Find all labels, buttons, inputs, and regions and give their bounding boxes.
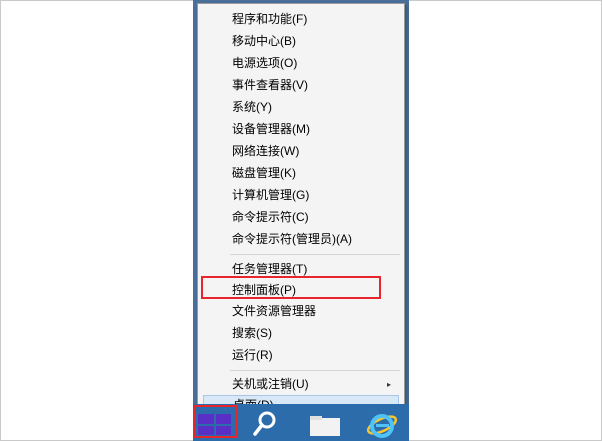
menu-item-network-connections[interactable]: 网络连接(W) xyxy=(203,141,399,162)
menu-item-command-prompt[interactable]: 命令提示符(C) xyxy=(203,207,399,228)
menu-separator xyxy=(230,254,400,255)
internet-explorer-icon[interactable] xyxy=(364,408,398,440)
menu-item-run[interactable]: 运行(R) xyxy=(203,345,399,366)
file-explorer-icon[interactable] xyxy=(308,414,342,436)
menu-item-label: 关机或注销(U) xyxy=(232,377,309,391)
control-panel-highlight-box xyxy=(201,276,381,299)
menu-item-device-manager[interactable]: 设备管理器(M) xyxy=(203,119,399,140)
menu-item-event-viewer[interactable]: 事件查看器(V) xyxy=(203,75,399,96)
winx-context-menu: 程序和功能(F) 移动中心(B) 电源选项(O) 事件查看器(V) 系统(Y) … xyxy=(197,3,405,416)
menu-item-file-explorer[interactable]: 文件资源管理器 xyxy=(203,301,399,322)
menu-item-search[interactable]: 搜索(S) xyxy=(203,323,399,344)
menu-item-shutdown-signout[interactable]: 关机或注销(U) ▸ xyxy=(203,374,399,395)
menu-item-system[interactable]: 系统(Y) xyxy=(203,97,399,118)
menu-item-computer-management[interactable]: 计算机管理(G) xyxy=(203,185,399,206)
menu-item-programs-features[interactable]: 程序和功能(F) xyxy=(203,9,399,30)
menu-item-disk-management[interactable]: 磁盘管理(K) xyxy=(203,163,399,184)
start-button-highlight-box xyxy=(193,405,238,438)
menu-item-mobility-center[interactable]: 移动中心(B) xyxy=(203,31,399,52)
submenu-arrow-icon: ▸ xyxy=(386,380,391,389)
search-icon[interactable] xyxy=(252,410,278,438)
menu-separator xyxy=(230,370,400,371)
menu-item-command-prompt-admin[interactable]: 命令提示符(管理员)(A) xyxy=(203,229,399,250)
menu-item-power-options[interactable]: 电源选项(O) xyxy=(203,53,399,74)
